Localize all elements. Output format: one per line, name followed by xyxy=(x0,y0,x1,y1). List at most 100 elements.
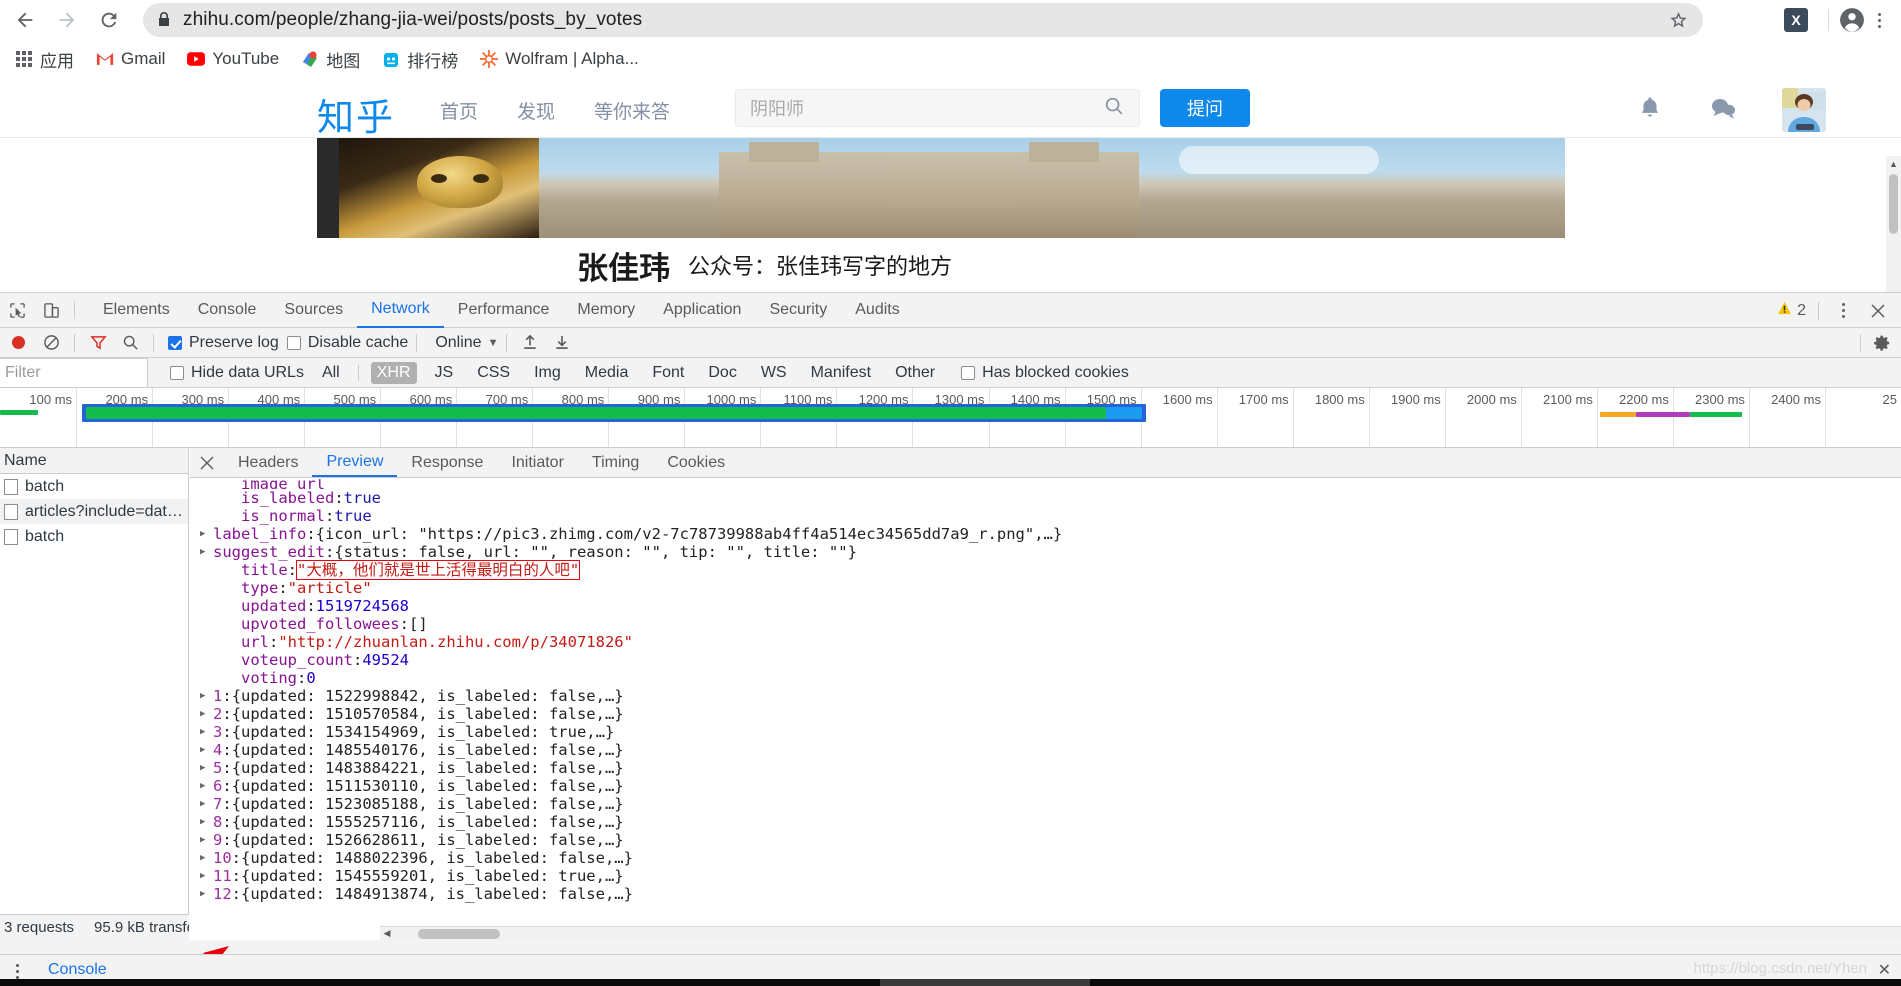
nav-item-waiting-answer[interactable]: 等你来答 xyxy=(594,97,670,124)
expand-triangle-icon[interactable]: ▶ xyxy=(200,889,213,899)
list-item[interactable]: batch xyxy=(0,474,188,499)
bookmark-maps[interactable]: 地图 xyxy=(292,44,369,75)
json-line[interactable]: ▶type: "article" xyxy=(190,579,1901,597)
json-line[interactable]: ▶ 6: {updated: 1511530110, is_labeled: fa… xyxy=(190,777,1901,795)
message-bubble-icon[interactable] xyxy=(1708,95,1738,126)
filter-type-doc[interactable]: Doc xyxy=(702,362,742,384)
expand-triangle-icon[interactable]: ▶ xyxy=(200,835,213,845)
throttling-select[interactable]: Online ▼ xyxy=(435,334,498,352)
expand-triangle-icon[interactable]: ▶ xyxy=(200,727,213,737)
json-line[interactable]: ▶ 2: {updated: 1510570584, is_labeled: fa… xyxy=(190,705,1901,723)
filter-type-js[interactable]: JS xyxy=(429,362,460,384)
devtools-more-icon[interactable] xyxy=(1831,298,1855,324)
json-preview-tree[interactable]: ▶image_url ▶is_labeled: true▶is_normal: … xyxy=(190,479,1901,940)
tab-preview[interactable]: Preview xyxy=(312,448,398,477)
tab-memory[interactable]: Memory xyxy=(563,293,649,328)
tab-timing[interactable]: Timing xyxy=(578,448,653,477)
json-line[interactable]: ▶ 5: {updated: 1483884221, is_labeled: fa… xyxy=(190,759,1901,777)
json-line[interactable]: ▶ 12: {updated: 1484913874, is_labeled: f… xyxy=(190,885,1901,903)
bookmark-leaderboard[interactable]: 排行榜 xyxy=(373,44,467,75)
tab-network[interactable]: Network xyxy=(357,293,444,328)
tab-elements[interactable]: Elements xyxy=(89,293,184,328)
json-line[interactable]: ▶upvoted_followees: [] xyxy=(190,615,1901,633)
bookmark-youtube[interactable]: YouTube xyxy=(178,46,288,72)
json-line[interactable]: ▶ 7: {updated: 1523085188, is_labeled: fa… xyxy=(190,795,1901,813)
record-button-icon[interactable] xyxy=(12,336,25,349)
filter-type-xhr[interactable]: XHR xyxy=(370,361,417,384)
expand-triangle-icon[interactable]: ▶ xyxy=(200,763,213,773)
notification-bell-icon[interactable] xyxy=(1636,94,1664,127)
filter-input[interactable]: Filter xyxy=(0,357,148,388)
filter-type-font[interactable]: Font xyxy=(646,362,690,384)
clear-icon[interactable] xyxy=(36,330,66,356)
scrollbar-thumb[interactable] xyxy=(418,928,500,939)
expand-triangle-icon[interactable]: ▶ xyxy=(200,529,213,539)
bookmark-wolfram-alpha[interactable]: Wolfram | Alpha... xyxy=(471,46,648,72)
horizontal-scrollbar[interactable]: ◀ xyxy=(380,926,1901,940)
expand-triangle-icon[interactable]: ▶ xyxy=(200,691,213,701)
import-har-icon[interactable] xyxy=(515,330,545,356)
json-line[interactable]: ▶is_normal: true xyxy=(190,507,1901,525)
tab-security[interactable]: Security xyxy=(755,293,841,328)
search-icon[interactable] xyxy=(1103,95,1125,122)
page-scrollbar[interactable]: ▲ ▼ xyxy=(1886,156,1901,292)
expand-triangle-icon[interactable]: ▶ xyxy=(200,817,213,827)
json-line[interactable]: ▶ 4: {updated: 1485540176, is_labeled: fa… xyxy=(190,741,1901,759)
preserve-log-checkbox[interactable]: Preserve log xyxy=(168,334,279,352)
expand-triangle-icon[interactable]: ▶ xyxy=(200,853,213,863)
close-icon[interactable] xyxy=(190,448,224,477)
json-line[interactable]: ▶ 3: {updated: 1534154969, is_labeled: tr… xyxy=(190,723,1901,741)
json-line[interactable]: ▶ suggest_edit: {status: false, url: "", … xyxy=(190,543,1901,561)
filter-type-other[interactable]: Other xyxy=(889,362,941,384)
ask-question-button[interactable]: 提问 xyxy=(1160,89,1250,127)
expand-triangle-icon[interactable]: ▶ xyxy=(200,871,213,881)
scroll-left-arrow[interactable]: ◀ xyxy=(380,928,394,939)
filter-type-ws[interactable]: WS xyxy=(755,362,793,384)
forward-arrow-icon[interactable] xyxy=(50,3,84,37)
json-line[interactable]: ▶url: "http://zhuanlan.zhihu.com/p/34071… xyxy=(190,633,1901,651)
tab-headers[interactable]: Headers xyxy=(224,448,312,477)
filter-type-all[interactable]: All xyxy=(316,362,346,384)
address-bar[interactable]: zhihu.com/people/zhang-jia-wei/posts/pos… xyxy=(143,3,1703,37)
tab-audits[interactable]: Audits xyxy=(841,293,913,328)
hide-data-urls-checkbox[interactable]: Hide data URLs xyxy=(170,364,304,382)
nav-item-home[interactable]: 首页 xyxy=(440,97,478,124)
avatar[interactable] xyxy=(1782,88,1826,132)
status-badge[interactable]: 2 xyxy=(1777,301,1806,320)
tab-response[interactable]: Response xyxy=(397,448,497,477)
bookmark-apps[interactable]: 应用 xyxy=(6,44,83,75)
search-icon[interactable] xyxy=(115,330,145,356)
tab-console[interactable]: Console xyxy=(184,293,271,328)
expand-triangle-icon[interactable]: ▶ xyxy=(200,709,213,719)
network-overview-timeline[interactable]: 100 ms 200 ms 300 ms 400 ms 500 ms 600 ms 700 … xyxy=(0,388,1901,448)
close-icon[interactable] xyxy=(1861,296,1895,326)
device-toolbar-icon[interactable] xyxy=(34,295,68,325)
zhihu-logo[interactable]: 知乎 xyxy=(317,87,395,141)
scroll-up-arrow[interactable]: ▲ xyxy=(1886,156,1901,171)
json-line[interactable]: ▶ 8: {updated: 1555257116, is_labeled: fa… xyxy=(190,813,1901,831)
list-item[interactable]: articles?include=data%5B... xyxy=(0,499,188,524)
json-line[interactable]: ▶ 1: {updated: 1522998842, is_labeled: fa… xyxy=(190,687,1901,705)
reload-icon[interactable] xyxy=(92,3,126,37)
filter-type-img[interactable]: Img xyxy=(528,362,567,384)
account-avatar-icon[interactable] xyxy=(1839,7,1865,33)
extension-icon[interactable]: X xyxy=(1784,8,1808,32)
bookmark-gmail[interactable]: Gmail xyxy=(87,46,174,72)
json-line[interactable]: ▶voteup_count: 49524 xyxy=(190,651,1901,669)
filter-funnel-icon[interactable] xyxy=(83,330,113,356)
drawer-close-icon[interactable]: ✕ xyxy=(1878,960,1891,980)
tab-application[interactable]: Application xyxy=(649,293,755,328)
gear-icon[interactable] xyxy=(1867,330,1897,356)
back-arrow-icon[interactable] xyxy=(8,3,42,37)
filter-type-css[interactable]: CSS xyxy=(471,362,516,384)
search-input[interactable]: 阴阳师 xyxy=(735,89,1140,127)
kebab-menu-icon[interactable] xyxy=(1867,7,1891,33)
json-line[interactable]: ▶title: "大概，他们就是世上活得最明白的人吧" xyxy=(190,560,1901,580)
expand-triangle-icon[interactable]: ▶ xyxy=(200,799,213,809)
expand-triangle-icon[interactable]: ▶ xyxy=(200,745,213,755)
nav-item-explore[interactable]: 发现 xyxy=(517,97,555,124)
has-blocked-cookies-checkbox[interactable]: Has blocked cookies xyxy=(961,364,1129,382)
filter-type-manifest[interactable]: Manifest xyxy=(805,362,877,384)
export-har-icon[interactable] xyxy=(547,330,577,356)
json-line[interactable]: ▶is_labeled: true xyxy=(190,489,1901,507)
